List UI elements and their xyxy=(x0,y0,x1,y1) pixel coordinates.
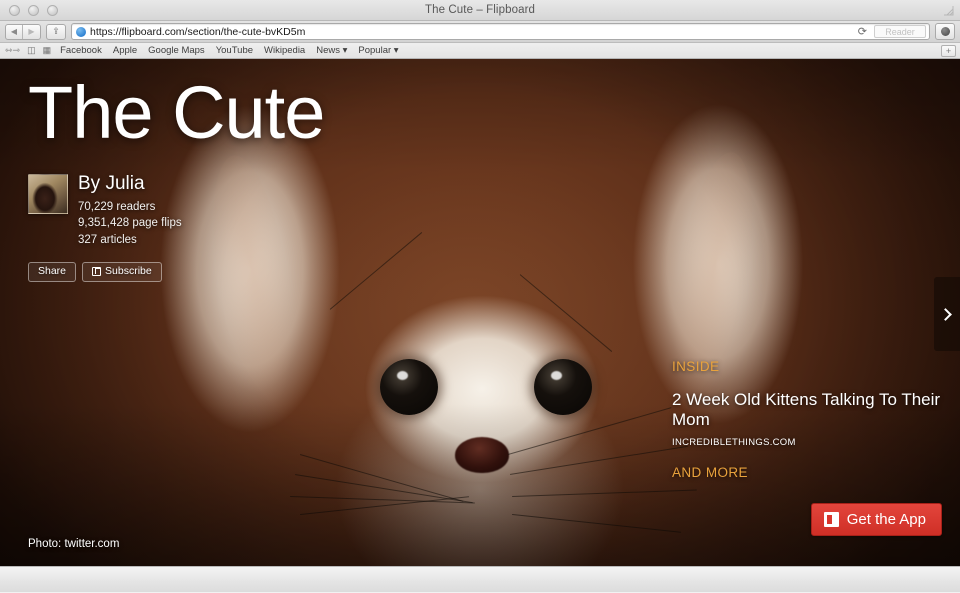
flipboard-logo-icon xyxy=(823,512,839,527)
bookmark-apple[interactable]: Apple xyxy=(111,45,139,56)
page-content: The Cute By Julia 70,229 readers 9,351,4… xyxy=(0,59,960,566)
bookmark-flag-icon xyxy=(92,267,102,277)
subscribe-button[interactable]: Subscribe xyxy=(82,261,162,282)
subscribe-button-label: Subscribe xyxy=(105,264,152,277)
reading-list-icon[interactable]: ◫ xyxy=(27,45,36,56)
forward-button[interactable]: ▶ xyxy=(23,25,40,39)
top-sites-icon[interactable]: ▦ xyxy=(43,45,52,56)
featured-article-title[interactable]: 2 Week Old Kittens Talking To Their Mom xyxy=(672,390,942,431)
resize-grip-icon[interactable] xyxy=(943,5,954,16)
bookmark-wikipedia[interactable]: Wikipedia xyxy=(262,45,307,56)
url-text: https://flipboard.com/section/the-cute-b… xyxy=(90,25,306,38)
photo-credit: Photo: twitter.com xyxy=(28,538,120,550)
page-title: The Cute xyxy=(28,71,325,154)
chevron-right-icon xyxy=(939,307,952,321)
byline: By Julia 70,229 readers 9,351,428 page f… xyxy=(28,174,324,248)
share-button-label: Share xyxy=(38,264,67,277)
magazine-header: The Cute By Julia 70,229 readers 9,351,4… xyxy=(28,71,325,282)
sidebar-icon[interactable]: ⇿⇾ xyxy=(5,45,20,56)
stat-page-flips: 9,351,428 page flips xyxy=(78,217,182,230)
bookmark-news-folder[interactable]: News ▾ xyxy=(314,45,349,56)
reader-button[interactable]: Reader xyxy=(874,25,926,38)
settings-button[interactable] xyxy=(935,23,955,40)
globe-icon xyxy=(76,26,86,37)
magazine-meta: By Julia 70,229 readers 9,351,428 page f… xyxy=(78,174,182,248)
back-button[interactable]: ◀ xyxy=(6,24,23,39)
gear-icon xyxy=(940,27,950,36)
hero-action-buttons: Share Subscribe xyxy=(28,261,324,282)
title-bar: The Cute – Flipboard xyxy=(0,0,960,21)
stat-readers: 70,229 readers xyxy=(78,200,156,213)
get-the-app-button[interactable]: Get the App xyxy=(810,503,942,536)
nav-button-group: ◀ ▶ xyxy=(5,23,41,40)
avatar[interactable] xyxy=(28,174,68,215)
featured-article-source: INCREDIBLETHINGS.COM xyxy=(672,436,796,448)
next-page-button[interactable] xyxy=(934,277,960,351)
reload-icon[interactable]: ⟳ xyxy=(858,25,867,38)
get-the-app-label: Get the App xyxy=(846,511,926,528)
bookmark-popular-folder[interactable]: Popular ▾ xyxy=(356,45,400,56)
stat-articles: 327 articles xyxy=(78,233,137,246)
and-more-link[interactable]: AND MORE xyxy=(672,465,942,480)
new-tab-button[interactable]: + xyxy=(941,45,956,57)
bookmark-google-maps[interactable]: Google Maps xyxy=(146,45,207,56)
window-title: The Cute – Flipboard xyxy=(424,4,536,16)
author-name: By Julia xyxy=(78,173,145,195)
address-bar[interactable]: https://flipboard.com/section/the-cute-b… xyxy=(71,23,930,40)
bookmark-youtube[interactable]: YouTube xyxy=(214,45,255,56)
status-bar xyxy=(0,566,960,592)
share-magazine-button[interactable]: Share xyxy=(28,261,77,282)
bookmarks-bar: ⇿⇾ ◫ ▦ Facebook Apple Google Maps YouTub… xyxy=(0,43,960,59)
browser-window: The Cute – Flipboard ◀ ▶ ⇪ https://flipb… xyxy=(0,0,960,593)
bookmark-facebook[interactable]: Facebook xyxy=(58,45,104,56)
inside-panel: INSIDE 2 Week Old Kittens Talking To The… xyxy=(672,359,942,480)
share-button[interactable]: ⇪ xyxy=(46,23,66,40)
browser-toolbar: ◀ ▶ ⇪ https://flipboard.com/section/the-… xyxy=(0,21,960,43)
inside-label: INSIDE xyxy=(672,359,720,374)
